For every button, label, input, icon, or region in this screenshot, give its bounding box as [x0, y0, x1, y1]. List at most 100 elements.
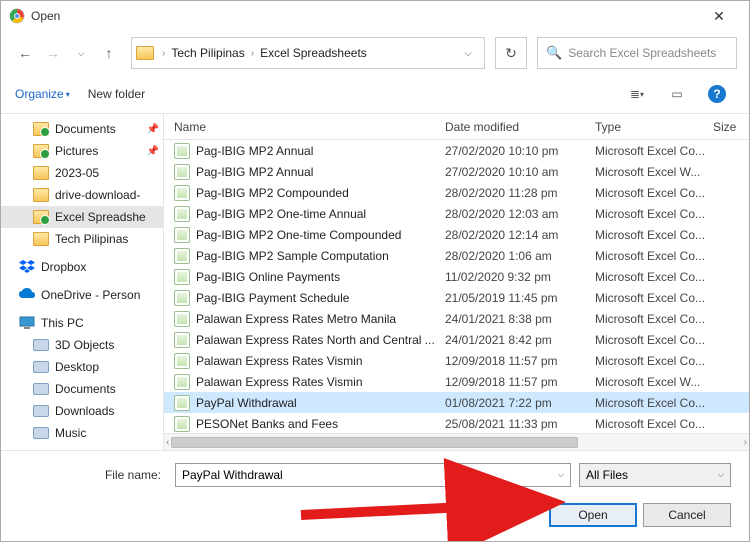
help-button[interactable]: ? — [699, 82, 735, 106]
caret-down-icon[interactable]: ⌵ — [558, 470, 564, 480]
excel-file-icon — [174, 206, 190, 222]
file-row[interactable]: Palawan Express Rates North and Central … — [164, 329, 749, 350]
recent-dropdown[interactable]: ⌵ — [69, 41, 93, 65]
pin-icon: 📌 — [147, 124, 159, 135]
folder green-icon — [33, 210, 49, 224]
file-row[interactable]: PayPal Withdrawal01/08/2021 7:22 pmMicro… — [164, 392, 749, 413]
tree-item[interactable]: Documents — [1, 378, 163, 400]
tree-item[interactable]: Tech Pilipinas — [1, 228, 163, 250]
tree-item[interactable]: OneDrive - Person — [1, 284, 163, 306]
column-header[interactable]: Name Date modified Type Size — [164, 114, 749, 140]
crumb-0[interactable]: Tech Pilipinas — [167, 46, 248, 60]
tree-item[interactable]: Excel Spreadshe — [1, 206, 163, 228]
file-row[interactable]: Pag-IBIG Online Payments11/02/2020 9:32 … — [164, 266, 749, 287]
chrome-icon — [9, 8, 25, 24]
tree-item[interactable]: Dropbox — [1, 256, 163, 278]
excel-file-icon — [174, 395, 190, 411]
excel-file-icon — [174, 374, 190, 390]
disk-icon — [33, 361, 49, 373]
col-date[interactable]: Date modified — [445, 120, 595, 134]
file-row[interactable]: PESONet Banks and Fees25/08/2021 11:33 p… — [164, 413, 749, 433]
search-icon: 🔍 — [546, 45, 562, 61]
search-input[interactable]: 🔍 Search Excel Spreadsheets — [537, 37, 737, 69]
filename-label: File name: — [19, 468, 167, 482]
up-button[interactable]: ↑ — [97, 41, 121, 65]
folder green-icon — [33, 144, 49, 158]
folder-icon — [33, 166, 49, 180]
forward-button[interactable]: → — [41, 41, 65, 65]
excel-file-icon — [174, 290, 190, 306]
breadcrumb[interactable]: › Tech Pilipinas › Excel Spreadsheets ⌵ — [131, 37, 485, 69]
disk-icon — [33, 427, 49, 439]
excel-file-icon — [174, 416, 190, 432]
excel-file-icon — [174, 353, 190, 369]
excel-file-icon — [174, 248, 190, 264]
cancel-button[interactable]: Cancel — [643, 503, 731, 527]
col-size[interactable]: Size — [713, 120, 749, 134]
filename-input[interactable]: PayPal Withdrawal ⌵ — [175, 463, 571, 487]
disk-icon — [33, 405, 49, 417]
chevron-down-icon[interactable]: ⌵ — [456, 48, 480, 59]
nav-tree[interactable]: Documents📌Pictures📌2023-05drive-download… — [1, 114, 163, 450]
tree-item[interactable]: Pictures📌 — [1, 140, 163, 162]
preview-pane-button[interactable]: ▭ — [659, 82, 695, 106]
file-type-filter[interactable]: All Files ⌵ — [579, 463, 731, 487]
disk-icon — [33, 339, 49, 351]
view-button[interactable]: ≣ ▾ — [619, 82, 655, 106]
scroll-right-icon[interactable]: › — [744, 437, 747, 448]
help-icon: ? — [708, 85, 726, 103]
caret-down-icon: ⌵ — [718, 470, 724, 480]
back-button[interactable]: ← — [13, 41, 37, 65]
pin-icon: 📌 — [147, 146, 159, 157]
caret-down-icon: ▾ — [66, 90, 70, 99]
file-row[interactable]: Pag-IBIG MP2 Annual27/02/2020 10:10 amMi… — [164, 161, 749, 182]
tree-item[interactable]: 2023-05 — [1, 162, 163, 184]
tree-item[interactable]: This PC — [1, 312, 163, 334]
col-type[interactable]: Type — [595, 120, 713, 134]
folder-icon — [33, 232, 49, 246]
scroll-left-icon[interactable]: ‹ — [166, 437, 169, 448]
file-row[interactable]: Pag-IBIG MP2 One-time Compounded28/02/20… — [164, 224, 749, 245]
file-row[interactable]: Pag-IBIG MP2 Compounded28/02/2020 11:28 … — [164, 182, 749, 203]
folder-icon — [33, 188, 49, 202]
excel-file-icon — [174, 269, 190, 285]
excel-file-icon — [174, 143, 190, 159]
scrollbar-thumb[interactable] — [171, 437, 578, 448]
file-row[interactable]: Palawan Express Rates Vismin12/09/2018 1… — [164, 371, 749, 392]
file-row[interactable]: Pag-IBIG MP2 Annual27/02/2020 10:10 pmMi… — [164, 140, 749, 161]
folder-icon — [136, 46, 154, 60]
excel-file-icon — [174, 164, 190, 180]
file-pane: Name Date modified Type Size Pag-IBIG MP… — [163, 114, 749, 450]
col-name[interactable]: Name — [174, 120, 445, 134]
tree-item[interactable]: Downloads — [1, 400, 163, 422]
tree-item[interactable]: Desktop — [1, 356, 163, 378]
close-button[interactable]: ✕ — [697, 2, 741, 30]
file-list[interactable]: Pag-IBIG MP2 Annual27/02/2020 10:10 pmMi… — [164, 140, 749, 433]
horizontal-scrollbar[interactable]: ‹ › — [164, 433, 749, 450]
file-row[interactable]: Pag-IBIG Payment Schedule21/05/2019 11:4… — [164, 287, 749, 308]
disk-icon — [33, 383, 49, 395]
organize-button[interactable]: Organize ▾ — [15, 87, 70, 101]
open-dialog: Open ✕ ← → ⌵ ↑ › Tech Pilipinas › Excel … — [0, 0, 750, 542]
tree-item[interactable]: drive-download- — [1, 184, 163, 206]
footer: File name: PayPal Withdrawal ⌵ All Files… — [1, 450, 749, 541]
titlebar: Open ✕ — [1, 1, 749, 31]
file-row[interactable]: Pag-IBIG MP2 One-time Annual28/02/2020 1… — [164, 203, 749, 224]
search-placeholder: Search Excel Spreadsheets — [568, 46, 716, 60]
file-row[interactable]: Pag-IBIG MP2 Sample Computation28/02/202… — [164, 245, 749, 266]
tree-item[interactable]: Documents📌 — [1, 118, 163, 140]
folder green-icon — [33, 122, 49, 136]
dropbox-icon — [19, 260, 35, 274]
refresh-button[interactable]: ↻ — [495, 37, 527, 69]
crumb-1[interactable]: Excel Spreadsheets — [256, 46, 371, 60]
toolbar: Organize ▾ New folder ≣ ▾ ▭ ? — [1, 75, 749, 113]
open-button[interactable]: Open — [549, 503, 637, 527]
excel-file-icon — [174, 332, 190, 348]
tree-item[interactable]: 3D Objects — [1, 334, 163, 356]
new-folder-button[interactable]: New folder — [88, 87, 145, 101]
nav-row: ← → ⌵ ↑ › Tech Pilipinas › Excel Spreads… — [1, 31, 749, 75]
file-row[interactable]: Palawan Express Rates Vismin12/09/2018 1… — [164, 350, 749, 371]
tree-item[interactable]: Music — [1, 422, 163, 444]
chevron-right-icon: › — [160, 48, 167, 59]
file-row[interactable]: Palawan Express Rates Metro Manila24/01/… — [164, 308, 749, 329]
